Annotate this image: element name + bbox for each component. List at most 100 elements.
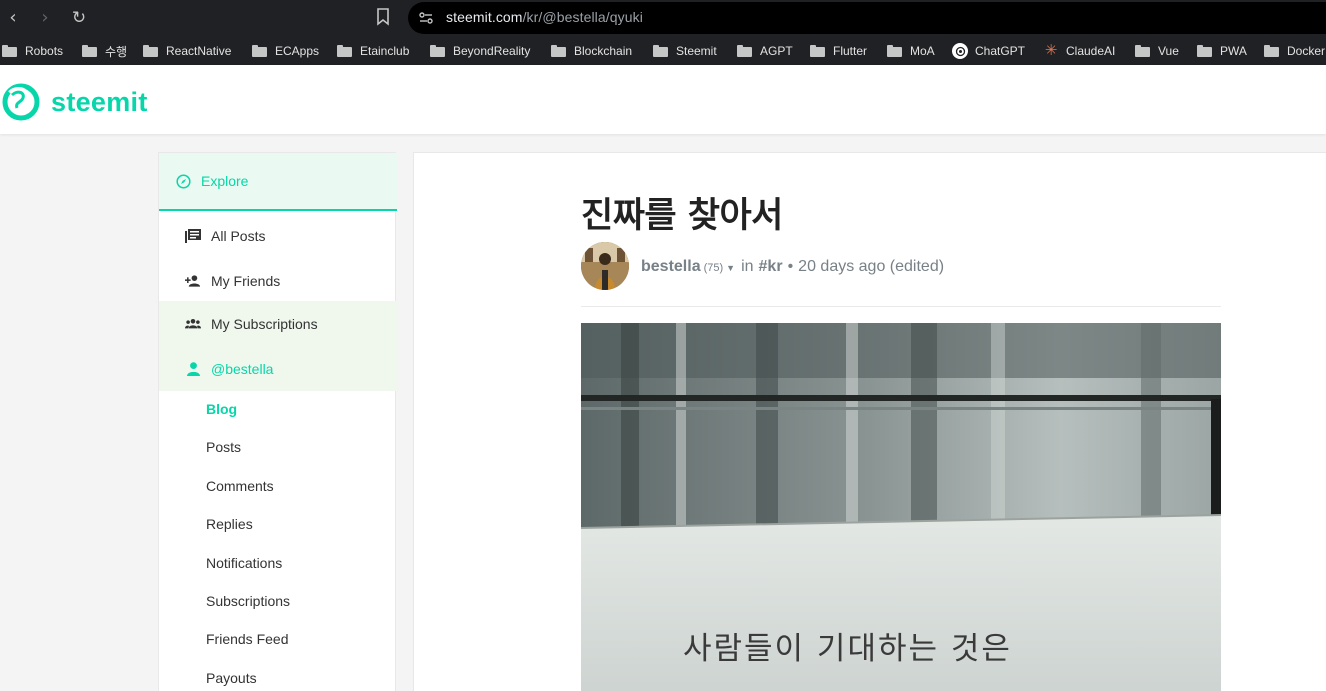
- bookmark-robots[interactable]: Robots: [2, 42, 63, 60]
- logo-text: steemit: [51, 86, 148, 117]
- compass-icon: [175, 173, 191, 189]
- bookmark-etainclub[interactable]: Etainclub: [337, 42, 409, 60]
- bookmark-label: ChatGPT: [975, 44, 1026, 58]
- bookmark-reactnative[interactable]: ReactNative: [143, 42, 231, 60]
- bookmark-suhaeng[interactable]: 수행: [82, 42, 127, 60]
- divider: [581, 306, 1221, 307]
- folder-icon: [430, 45, 445, 57]
- sidebar-link-friends-feed[interactable]: Friends Feed: [206, 631, 288, 647]
- in-label: in: [741, 258, 754, 275]
- bookmark-icon[interactable]: [376, 8, 390, 26]
- sidebar-link-posts[interactable]: Posts: [206, 439, 241, 455]
- sidebar-item-my-subscriptions[interactable]: My Subscriptions: [159, 301, 397, 346]
- bookmark-label: Blockchain: [574, 44, 633, 58]
- folder-icon: [887, 45, 902, 57]
- bookmark-label: ECApps: [275, 44, 320, 58]
- steemit-logo[interactable]: steemit: [2, 83, 148, 121]
- author-reputation: (75): [703, 262, 724, 274]
- sidebar-explore-label: Explore: [201, 173, 249, 189]
- post-image: 사람들이 기대하는 것은: [581, 323, 1221, 691]
- post-time: 20 days ago (edited): [798, 258, 945, 275]
- bookmark-label: Robots: [25, 44, 64, 58]
- bookmarks-bar: Robots 수행 ReactNative ECApps Etainclub B…: [0, 36, 1326, 65]
- browser-toolbar: ‹ › ↻ steemit.com/kr/@bestella/qyuki: [0, 0, 1326, 36]
- folder-icon: [143, 45, 158, 57]
- claude-icon: ✳: [1044, 42, 1058, 59]
- post-card: 진짜를 찾아서 bestella (75) ▼ in #kr • 20 days…: [413, 152, 1326, 691]
- author-avatar[interactable]: [581, 242, 629, 290]
- address-bar[interactable]: steemit.com/kr/@bestella/qyuki: [408, 2, 1326, 34]
- bookmark-steemit[interactable]: Steemit: [653, 42, 717, 60]
- bookmark-blockchain[interactable]: Blockchain: [551, 42, 632, 60]
- bookmark-label: 수행: [105, 44, 128, 59]
- group-icon: [185, 316, 201, 332]
- folder-icon: [252, 45, 267, 57]
- bookmark-vue[interactable]: Vue: [1135, 42, 1179, 60]
- bookmark-ecapps[interactable]: ECApps: [252, 42, 319, 60]
- bookmark-label: Docker: [1287, 44, 1326, 58]
- sidebar-item-all-posts[interactable]: All Posts: [159, 213, 397, 258]
- bookmark-label: MoA: [910, 44, 935, 58]
- bookmark-label: Vue: [1158, 44, 1179, 58]
- sidebar: Explore All Posts My Friends My Subscrip…: [158, 152, 397, 691]
- url-text[interactable]: steemit.com/kr/@bestella/qyuki: [446, 9, 643, 25]
- bookmark-docker[interactable]: Docker: [1264, 42, 1325, 60]
- user-icon: [185, 361, 201, 377]
- bookmark-label: PWA: [1220, 44, 1247, 58]
- sidebar-link-payouts[interactable]: Payouts: [206, 670, 257, 686]
- chatgpt-icon: [952, 43, 968, 59]
- bookmark-moa[interactable]: MoA: [887, 42, 935, 60]
- bookmark-chatgpt[interactable]: ChatGPT: [952, 42, 1025, 60]
- sidebar-explore[interactable]: Explore: [159, 153, 397, 211]
- author-link[interactable]: bestella: [641, 258, 701, 276]
- post-meta: bestella (75) ▼ in #kr • 20 days ago (ed…: [641, 258, 944, 276]
- bookmark-pwa[interactable]: PWA: [1197, 42, 1247, 60]
- bookmark-label: Etainclub: [360, 44, 410, 58]
- bookmark-beyondreality[interactable]: BeyondReality: [430, 42, 530, 60]
- sidebar-item-label: My Subscriptions: [211, 315, 318, 332]
- list-icon: [185, 228, 201, 244]
- bookmark-agpt[interactable]: AGPT: [737, 42, 793, 60]
- meta-separator: •: [787, 258, 794, 275]
- back-arrow-icon[interactable]: ‹: [2, 7, 24, 29]
- forward-arrow-icon[interactable]: ›: [34, 7, 56, 29]
- bookmark-label: Steemit: [676, 44, 717, 58]
- site-info-icon[interactable]: [418, 10, 434, 26]
- folder-icon: [653, 45, 668, 57]
- image-caption-text: 사람들이 기대하는 것은: [683, 631, 1012, 667]
- sidebar-item-user[interactable]: @bestella: [159, 346, 397, 391]
- reload-icon[interactable]: ↻: [68, 7, 90, 29]
- sidebar-link-replies[interactable]: Replies: [206, 516, 253, 532]
- url-domain: steemit.com: [446, 9, 523, 25]
- folder-icon: [1264, 45, 1279, 57]
- steemit-logo-icon: [2, 83, 40, 121]
- bookmark-label: AGPT: [760, 44, 793, 58]
- sidebar-link-subscriptions[interactable]: Subscriptions: [206, 593, 290, 609]
- bookmark-label: ReactNative: [166, 44, 232, 58]
- folder-icon: [337, 45, 352, 57]
- bookmark-label: ClaudeAI: [1066, 44, 1116, 58]
- sidebar-item-label: My Friends: [211, 272, 281, 289]
- author-menu-caret-icon[interactable]: ▼: [726, 263, 735, 273]
- site-header: steemit: [0, 65, 1326, 134]
- sidebar-link-notifications[interactable]: Notifications: [206, 555, 282, 571]
- bookmark-flutter[interactable]: Flutter: [810, 42, 867, 60]
- friends-icon: [185, 273, 201, 289]
- folder-icon: [1197, 45, 1212, 57]
- bookmark-label: BeyondReality: [453, 44, 531, 58]
- folder-icon: [551, 45, 566, 57]
- sidebar-link-comments[interactable]: Comments: [206, 478, 274, 494]
- bookmark-label: Flutter: [833, 44, 868, 58]
- sidebar-link-blog[interactable]: Blog: [206, 401, 237, 417]
- folder-icon: [1135, 45, 1150, 57]
- folder-icon: [82, 45, 97, 57]
- bookmark-claudeai[interactable]: ✳ ClaudeAI: [1043, 42, 1116, 60]
- folder-icon: [2, 45, 17, 57]
- folder-icon: [810, 45, 825, 57]
- tag-link[interactable]: #kr: [759, 258, 783, 276]
- folder-icon: [737, 45, 752, 57]
- sidebar-item-label: All Posts: [211, 227, 266, 244]
- sidebar-item-my-friends[interactable]: My Friends: [159, 258, 397, 303]
- url-path: /kr/@bestella/qyuki: [522, 9, 643, 25]
- post-title: 진짜를 찾아서: [581, 196, 783, 236]
